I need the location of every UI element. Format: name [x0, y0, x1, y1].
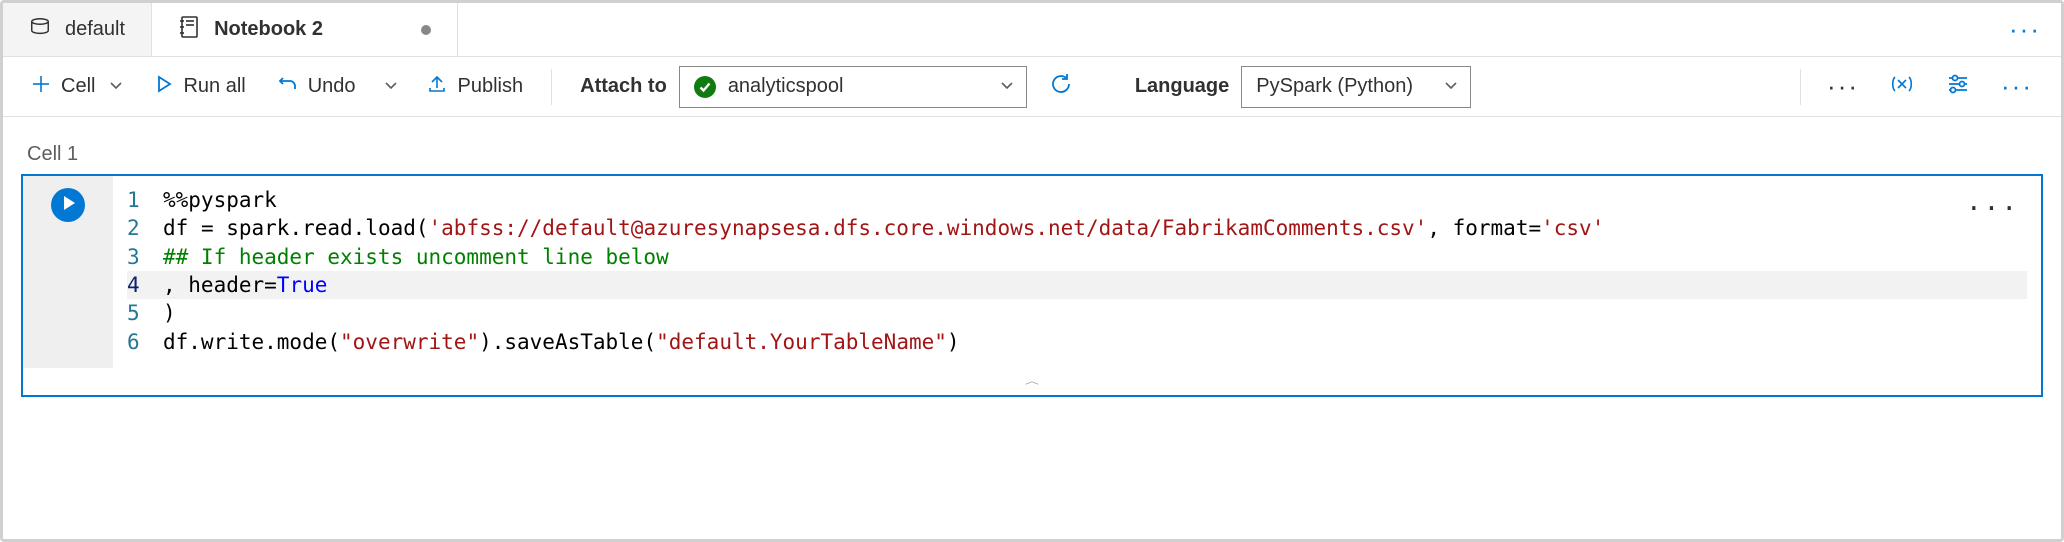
- code-editor[interactable]: ··· 1%%pyspark2df = spark.read.load('abf…: [113, 176, 2041, 368]
- code-line: 2df = spark.read.load('abfss://default@a…: [127, 214, 2027, 242]
- undo-more-button[interactable]: [374, 67, 408, 107]
- run-all-button[interactable]: Run all: [141, 67, 259, 107]
- attach-to-label: Attach to: [566, 75, 675, 98]
- line-code: ): [163, 299, 2027, 327]
- database-icon: [29, 16, 51, 44]
- publish-label: Publish: [458, 75, 524, 98]
- tab-bar: default Notebook 2 ···: [3, 3, 2061, 57]
- refresh-attach-button[interactable]: [1039, 67, 1083, 107]
- line-code: ## If header exists uncomment line below: [163, 243, 2027, 271]
- run-all-label: Run all: [183, 75, 245, 98]
- code-line: 4, header=True: [127, 271, 2027, 299]
- cell-collapse-handle[interactable]: ︿: [23, 368, 2041, 395]
- code-line: 5): [127, 299, 2027, 327]
- cell-title: Cell 1: [27, 143, 2043, 166]
- line-number: 4: [127, 271, 163, 299]
- separator: [551, 69, 552, 105]
- code-line: 1%%pyspark: [127, 186, 2027, 214]
- attach-to-select[interactable]: analyticspool: [679, 66, 1027, 108]
- line-number: 5: [127, 299, 163, 327]
- cell-gutter: [23, 176, 113, 368]
- tab-default[interactable]: default: [3, 3, 152, 56]
- line-code: %%pyspark: [163, 186, 2027, 214]
- unsaved-indicator-icon: [421, 25, 431, 35]
- plus-icon: [31, 74, 51, 100]
- undo-button[interactable]: Undo: [264, 67, 370, 107]
- publish-button[interactable]: Publish: [412, 67, 538, 107]
- language-label: Language: [1121, 75, 1237, 98]
- tab-overflow-menu[interactable]: ···: [1989, 14, 2061, 45]
- attach-to-value: analyticspool: [728, 75, 844, 98]
- status-ok-icon: [694, 76, 716, 98]
- line-number: 1: [127, 186, 163, 214]
- language-value: PySpark (Python): [1256, 75, 1413, 98]
- chevron-down-icon: [1444, 78, 1458, 95]
- run-cell-button[interactable]: [51, 188, 85, 222]
- toolbar: Cell Run all Undo: [3, 57, 2061, 117]
- toolbar-overflow-button[interactable]: ···: [1993, 71, 2041, 102]
- code-line: 3## If header exists uncomment line belo…: [127, 243, 2027, 271]
- chevron-down-icon: [1000, 78, 1014, 95]
- line-number: 3: [127, 243, 163, 271]
- language-select[interactable]: PySpark (Python): [1241, 66, 1471, 108]
- play-icon: [155, 75, 173, 99]
- chevron-down-icon: [109, 75, 123, 98]
- add-cell-button[interactable]: Cell: [17, 67, 137, 107]
- cell-more-button[interactable]: ···: [1966, 192, 2019, 227]
- settings-sliders-icon: [1945, 81, 1971, 101]
- line-code: df = spark.read.load('abfss://default@az…: [163, 214, 2027, 242]
- undo-label: Undo: [308, 75, 356, 98]
- variables-button[interactable]: [1881, 71, 1923, 102]
- play-icon: [59, 195, 77, 216]
- line-code: df.write.mode("overwrite").saveAsTable("…: [163, 328, 2027, 356]
- toolbar-more-button[interactable]: ···: [1819, 71, 1867, 102]
- line-number: 6: [127, 328, 163, 356]
- refresh-icon: [1049, 72, 1073, 102]
- tab-label: default: [65, 18, 125, 41]
- separator: [1800, 69, 1801, 105]
- undo-icon: [278, 74, 298, 100]
- code-line: 6df.write.mode("overwrite").saveAsTable(…: [127, 328, 2027, 356]
- chevron-down-icon: [384, 75, 398, 98]
- configure-session-button[interactable]: [1937, 71, 1979, 102]
- variables-icon: [1889, 81, 1915, 101]
- line-code: , header=True: [163, 271, 2027, 299]
- tab-notebook-2[interactable]: Notebook 2: [152, 3, 458, 56]
- line-number: 2: [127, 214, 163, 242]
- tab-label: Notebook 2: [214, 18, 323, 41]
- notebook-icon: [178, 15, 200, 45]
- cell-label: Cell: [61, 75, 95, 98]
- code-cell: ··· 1%%pyspark2df = spark.read.load('abf…: [21, 174, 2043, 397]
- publish-icon: [426, 73, 448, 101]
